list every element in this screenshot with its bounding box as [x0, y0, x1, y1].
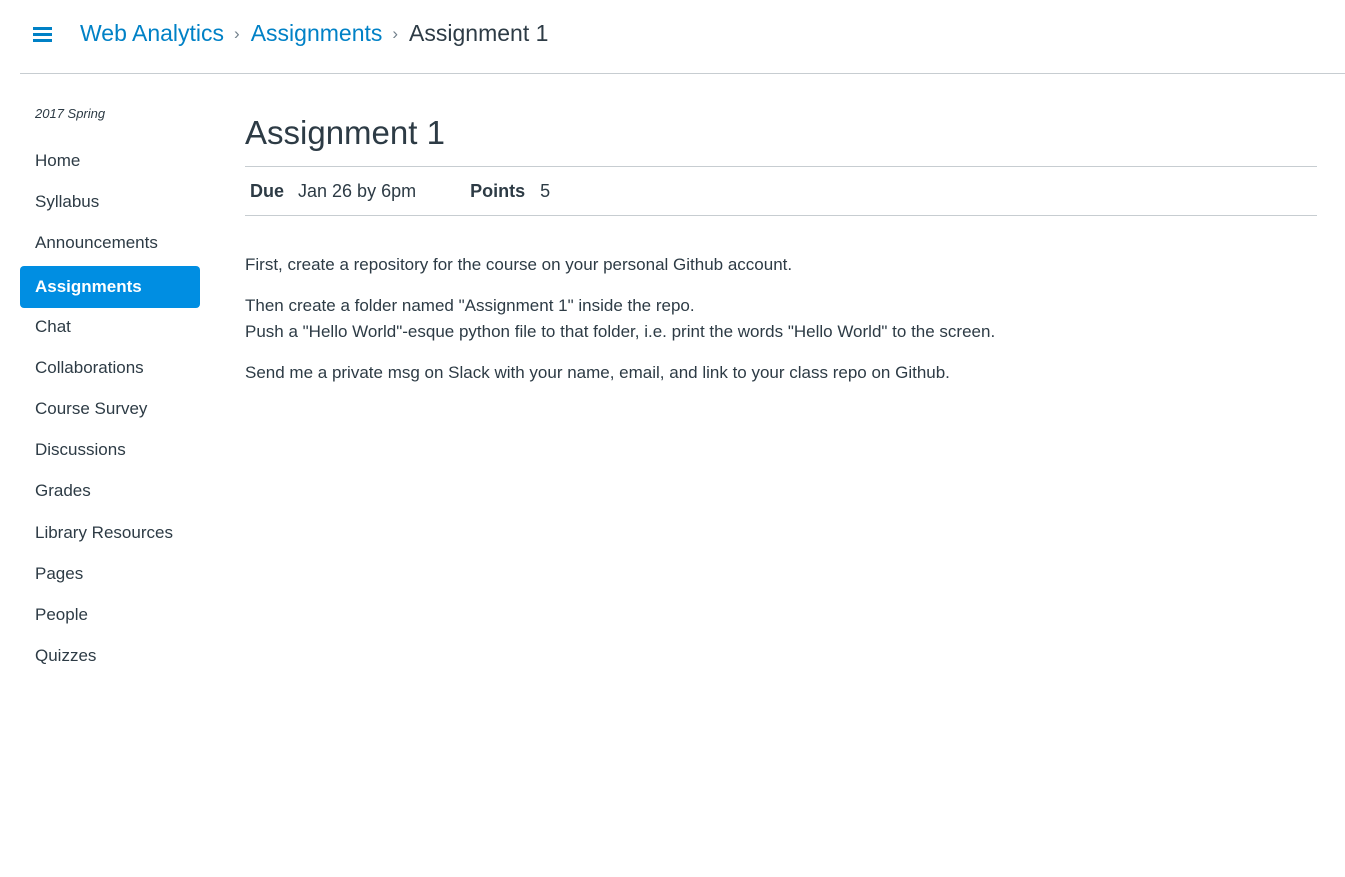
sidebar-item-pages[interactable]: Pages — [20, 555, 200, 596]
chevron-right-icon: › — [392, 24, 399, 43]
sidebar-item-home[interactable]: Home — [20, 142, 200, 183]
top-header: Web Analytics › Assignments › Assignment… — [20, 0, 1345, 74]
breadcrumb: Web Analytics › Assignments › Assignment… — [80, 17, 548, 49]
sidebar-item-grades[interactable]: Grades — [20, 472, 200, 513]
course-term: 2017 Spring — [35, 106, 106, 121]
sidebar-item-course-survey[interactable]: Course Survey — [20, 390, 200, 431]
description-line: Push a "Hello World"-esque python file t… — [245, 322, 996, 341]
sidebar-item-assignments[interactable]: Assignments — [20, 265, 200, 308]
assignment-details: Due Jan 26 by 6pm Points 5 — [245, 166, 1317, 216]
sidebar-item-announcements[interactable]: Announcements — [20, 224, 200, 265]
description-paragraph: First, create a repository for the cours… — [245, 255, 793, 274]
sidebar-item-people[interactable]: People — [20, 596, 200, 637]
due-label: Due — [250, 180, 285, 201]
sidebar-item-discussions[interactable]: Discussions — [20, 431, 200, 472]
breadcrumb-current: Assignment 1 — [409, 19, 549, 46]
sidebar-item-collaborations[interactable]: Collaborations — [20, 349, 200, 390]
due-value: Jan 26 by 6pm — [298, 180, 417, 201]
points-label: Points — [470, 180, 526, 201]
breadcrumb-assignments-link[interactable]: Assignments — [251, 20, 383, 47]
sidebar-item-quizzes[interactable]: Quizzes — [20, 637, 200, 678]
points-value: 5 — [540, 180, 551, 201]
description-paragraph: Then create a folder named "Assignment 1… — [245, 293, 1317, 345]
assignment-description: First, create a repository for the cours… — [245, 252, 1317, 401]
sidebar-item-library-resources[interactable]: Library Resources — [20, 514, 200, 555]
sidebar-item-syllabus[interactable]: Syllabus — [20, 183, 200, 224]
course-nav-list: Home Syllabus Announcements Assignments … — [20, 142, 200, 678]
hamburger-icon[interactable] — [33, 26, 52, 43]
page-title: Assignment 1 — [245, 114, 445, 151]
breadcrumb-course-link[interactable]: Web Analytics — [80, 20, 224, 47]
sidebar-item-chat[interactable]: Chat — [20, 308, 200, 349]
chevron-right-icon: › — [234, 24, 240, 43]
description-paragraph: Send me a private msg on Slack with your… — [245, 363, 950, 382]
description-line: Then create a folder named "Assignment 1… — [245, 296, 695, 315]
